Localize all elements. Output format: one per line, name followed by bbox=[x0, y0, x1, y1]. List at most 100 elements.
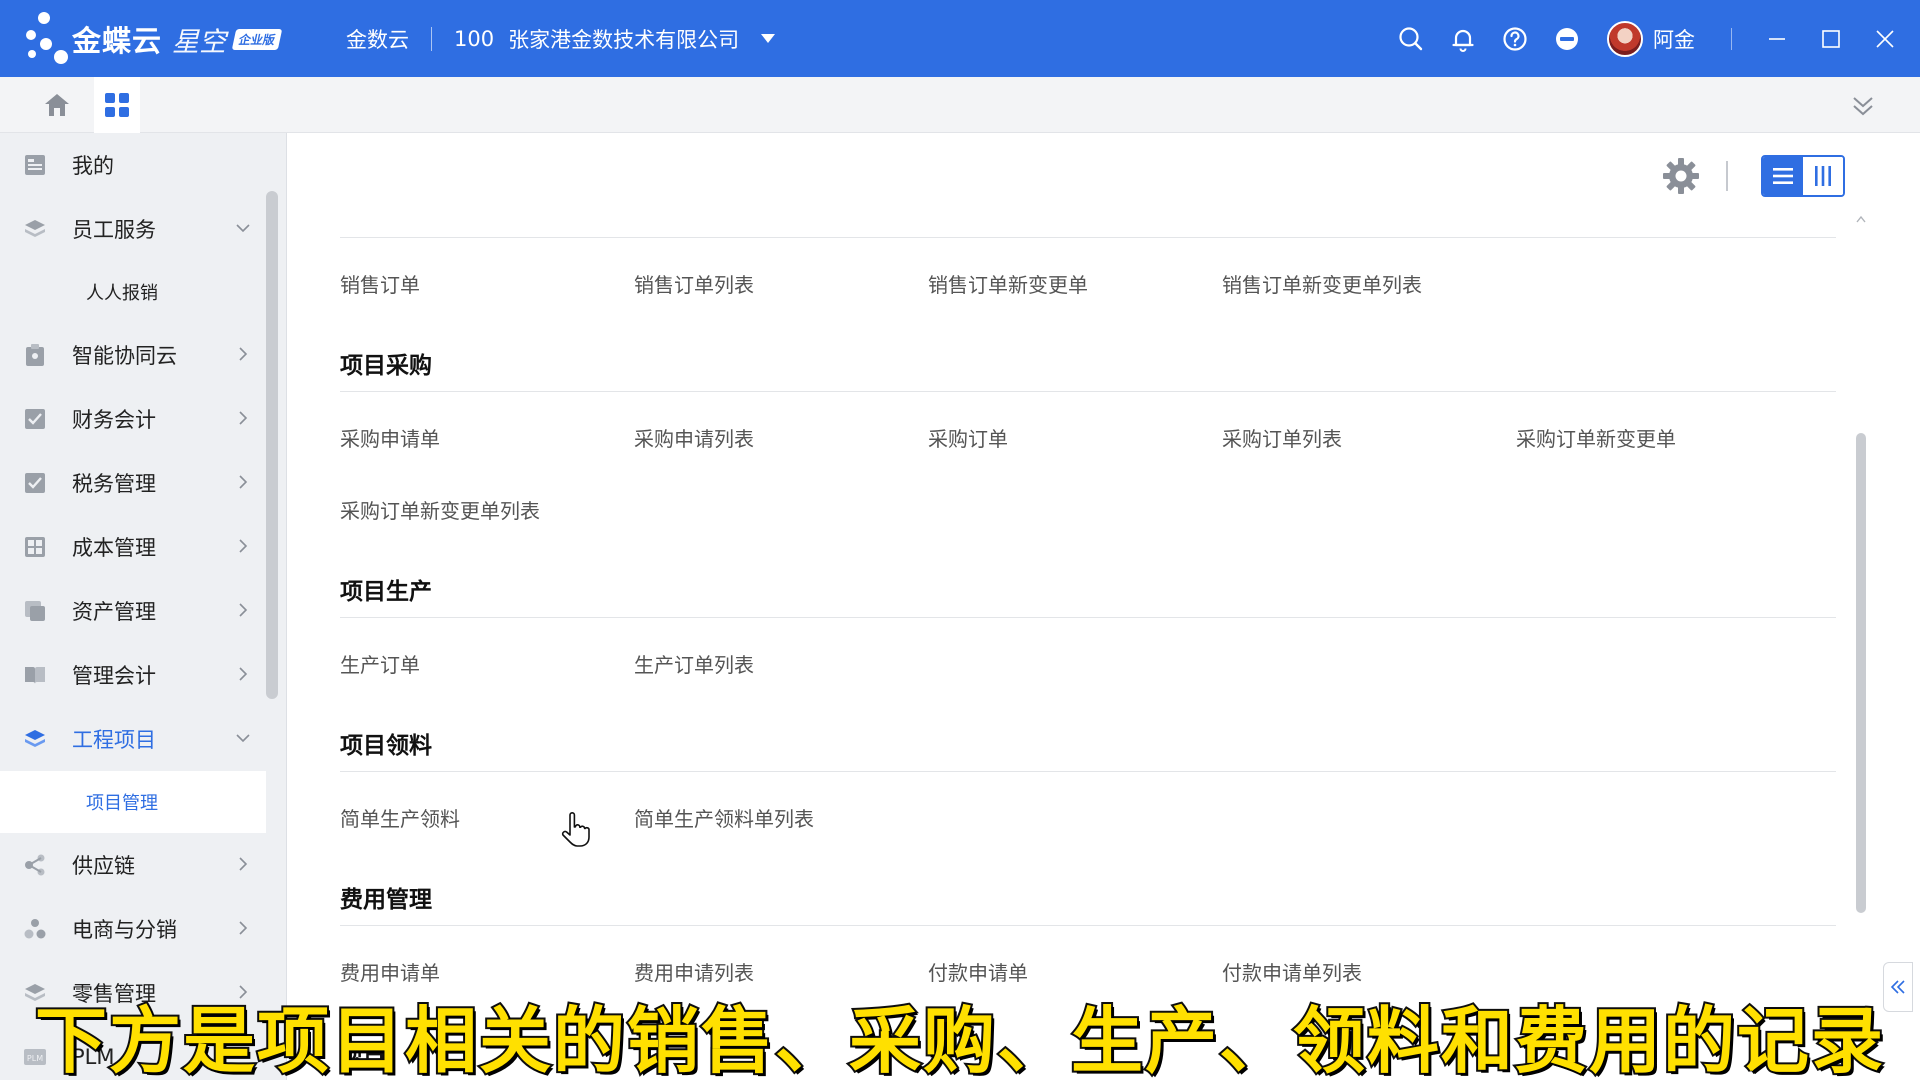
kingdee-logo[interactable]: 金蝶云 星空 企业版 bbox=[24, 12, 283, 66]
dropdown-caret-icon[interactable] bbox=[761, 34, 776, 43]
org-name[interactable]: 张家港金数技术有限公司 bbox=[508, 24, 739, 54]
section-divider bbox=[340, 925, 1836, 926]
link-purchase-order-list[interactable]: 采购订单列表 bbox=[1222, 423, 1342, 452]
gear-icon[interactable] bbox=[1660, 155, 1702, 197]
scroll-up-arrow-icon[interactable] bbox=[1854, 213, 1868, 225]
sidebar-item-label: 供应链 bbox=[72, 854, 135, 878]
cluster-icon bbox=[22, 916, 48, 942]
notifications-button[interactable] bbox=[1437, 0, 1489, 77]
link-simple-material-issue[interactable]: 简单生产领料 bbox=[340, 803, 460, 832]
section-divider bbox=[340, 617, 1836, 618]
sidebar-item-engineering-project[interactable]: 工程项目 bbox=[0, 707, 266, 771]
grid-icon bbox=[22, 534, 48, 560]
organization-selector[interactable]: 金数云 100 张家港金数技术有限公司 bbox=[346, 0, 776, 77]
link-production-order-list[interactable]: 生产订单列表 bbox=[634, 649, 754, 678]
sidebar-item-label: 管理会计 bbox=[72, 664, 156, 688]
divider bbox=[431, 26, 432, 51]
section-divider bbox=[340, 237, 1836, 238]
sidebar-item-label: 资产管理 bbox=[72, 600, 156, 624]
section-title-procurement: 项目采购 bbox=[340, 353, 432, 379]
search-icon bbox=[1399, 26, 1423, 50]
sidebar-item-supply-chain[interactable]: 供应链 bbox=[0, 833, 266, 897]
sidebar-item-mine[interactable]: 我的 bbox=[0, 133, 266, 197]
apps-grid-icon bbox=[105, 93, 129, 117]
divider bbox=[1731, 27, 1732, 50]
maximize-button[interactable] bbox=[1804, 0, 1858, 77]
sidebar-item-cost[interactable]: 成本管理 bbox=[0, 515, 266, 579]
double-chevron-down-icon[interactable] bbox=[1848, 91, 1878, 121]
main-scrollbar[interactable] bbox=[1856, 433, 1866, 913]
chevron-down-icon bbox=[236, 224, 250, 233]
link-sales-order[interactable]: 销售订单 bbox=[340, 269, 420, 298]
clipboard-icon bbox=[22, 342, 48, 368]
sidebar-subitem-project-management[interactable]: 项目管理 bbox=[0, 771, 266, 833]
data-center-name[interactable]: 金数云 bbox=[346, 24, 409, 54]
sidebar-menu: 我的 员工服务 人人报销 智能协同云 财务会计 税务管理 成本管理 资产管理 管… bbox=[0, 133, 287, 1080]
search-button[interactable] bbox=[1385, 0, 1437, 77]
maximize-icon bbox=[1822, 29, 1840, 48]
sidebar-subitem-reimbursement[interactable]: 人人报销 bbox=[0, 261, 266, 323]
copy-icon bbox=[22, 598, 48, 624]
org-code[interactable]: 100 bbox=[454, 27, 494, 51]
view-mode-toggle[interactable] bbox=[1761, 155, 1845, 197]
sidebar-item-label: 工程项目 bbox=[72, 728, 156, 752]
section-title-expense: 费用管理 bbox=[340, 887, 432, 913]
list-icon bbox=[1773, 168, 1793, 184]
top-navigation-bar: 金蝶云 星空 企业版 金数云 100 张家港金数技术有限公司 阿金 bbox=[0, 0, 1920, 77]
sidebar-item-label: 我的 bbox=[72, 154, 114, 178]
link-purchase-order[interactable]: 采购订单 bbox=[928, 423, 1008, 452]
brand-subname: 星空 bbox=[172, 26, 227, 58]
edition-badge: 企业版 bbox=[231, 28, 283, 50]
sidebar-item-management-accounting[interactable]: 管理会计 bbox=[0, 643, 266, 707]
sidebar-scrollbar[interactable] bbox=[266, 191, 278, 699]
sidebar-item-employee-service[interactable]: 员工服务 bbox=[0, 197, 266, 261]
chevron-right-icon bbox=[239, 539, 248, 553]
minus-circle-icon bbox=[1556, 27, 1578, 50]
dashboard-icon bbox=[22, 152, 48, 178]
sidebar-item-label: 财务会计 bbox=[72, 408, 156, 432]
link-sales-order-list[interactable]: 销售订单列表 bbox=[634, 269, 754, 298]
tab-applications[interactable] bbox=[94, 77, 140, 133]
sidebar-item-finance[interactable]: 财务会计 bbox=[0, 387, 266, 451]
layers-icon bbox=[22, 726, 48, 752]
section-divider bbox=[340, 391, 1836, 392]
status-button[interactable] bbox=[1541, 0, 1593, 77]
book-icon bbox=[22, 662, 48, 688]
columns-icon bbox=[1815, 166, 1831, 186]
sidebar-item-tax[interactable]: 税务管理 bbox=[0, 451, 266, 515]
chevron-right-icon bbox=[239, 347, 248, 361]
help-button[interactable] bbox=[1489, 0, 1541, 77]
sidebar-item-assets[interactable]: 资产管理 bbox=[0, 579, 266, 643]
link-sales-order-change-list[interactable]: 销售订单新变更单列表 bbox=[1222, 269, 1422, 298]
sidebar-item-label: 电商与分销 bbox=[72, 918, 177, 942]
link-purchase-order-change[interactable]: 采购订单新变更单 bbox=[1516, 423, 1676, 452]
share-icon bbox=[22, 852, 48, 878]
column-view-button[interactable] bbox=[1803, 157, 1843, 195]
link-purchase-order-change-list[interactable]: 采购订单新变更单列表 bbox=[340, 495, 540, 524]
main-content: 销售订单 销售订单列表 销售订单新变更单 销售订单新变更单列表 项目采购 采购申… bbox=[288, 133, 1920, 1080]
sidebar-item-label: 智能协同云 bbox=[72, 344, 177, 368]
divider bbox=[1726, 161, 1728, 191]
list-view-button[interactable] bbox=[1763, 157, 1803, 195]
user-name[interactable]: 阿金 bbox=[1653, 24, 1695, 54]
chevron-right-icon bbox=[239, 603, 248, 617]
user-avatar[interactable] bbox=[1607, 20, 1643, 57]
close-button[interactable] bbox=[1858, 0, 1912, 77]
link-purchase-request[interactable]: 采购申请单 bbox=[340, 423, 440, 452]
link-simple-material-issue-list[interactable]: 简单生产领料单列表 bbox=[634, 803, 814, 832]
tab-bar bbox=[0, 77, 1920, 133]
sidebar-item-collaboration[interactable]: 智能协同云 bbox=[0, 323, 266, 387]
sidebar-item-label: 成本管理 bbox=[72, 536, 156, 560]
brand-name: 金蝶云 bbox=[72, 24, 163, 58]
minimize-button[interactable] bbox=[1750, 0, 1804, 77]
topbar-actions: 阿金 bbox=[1385, 0, 1920, 77]
tab-home[interactable] bbox=[34, 77, 80, 133]
chevron-right-icon bbox=[239, 921, 248, 935]
sidebar-item-ecommerce[interactable]: 电商与分销 bbox=[0, 897, 266, 961]
link-purchase-request-list[interactable]: 采购申请列表 bbox=[634, 423, 754, 452]
chevron-right-icon bbox=[239, 411, 248, 425]
section-divider bbox=[340, 771, 1836, 772]
bell-icon bbox=[1452, 29, 1474, 52]
link-sales-order-change[interactable]: 销售订单新变更单 bbox=[928, 269, 1088, 298]
link-production-order[interactable]: 生产订单 bbox=[340, 649, 420, 678]
